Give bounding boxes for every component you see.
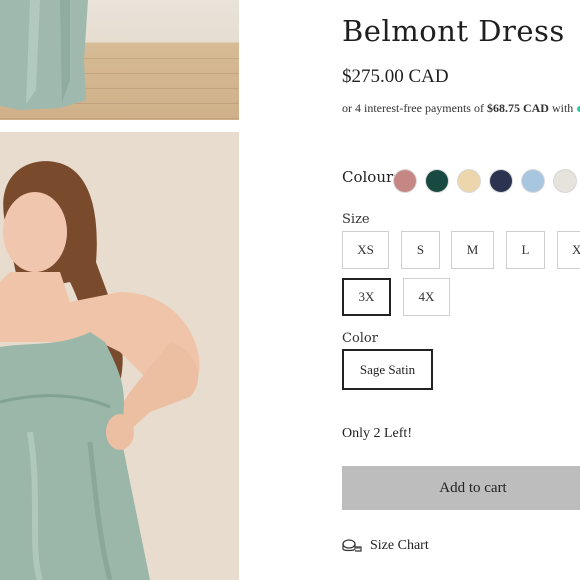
size-option-x[interactable]: X [557,231,580,269]
color-label: Color [342,331,378,346]
installments-suffix: with [548,101,574,115]
colour-swatch-light-blue[interactable] [522,170,544,192]
size-option-4x[interactable]: 4X [403,278,450,316]
colour-swatch-navy[interactable] [490,170,512,192]
colour-swatch-ivory[interactable] [554,170,576,192]
product-price: $275.00 CAD [342,66,449,87]
size-option-l[interactable]: L [506,231,545,269]
size-option-s[interactable]: S [401,231,440,269]
product-title: Belmont Dress [342,14,565,48]
colour-swatch-dusty-rose[interactable] [394,170,416,192]
model-photo [0,132,239,580]
installments-text: or 4 interest-free payments of $68.75 CA… [342,101,580,116]
color-option-sage-satin[interactable]: Sage Satin [342,349,433,390]
installments-amount: $68.75 CAD [486,101,549,115]
installments-prefix: or 4 interest-free payments of [342,101,487,115]
add-to-cart-button[interactable]: Add to cart [342,466,580,510]
size-option-3x[interactable]: 3X [342,278,391,316]
size-label: Size [342,212,370,227]
colours-label: Colours [342,168,401,186]
size-chart-label: Size Chart [370,538,429,553]
product-image-main[interactable] [0,132,239,580]
measuring-tape-icon [342,539,362,552]
product-image-thumbnail[interactable] [0,0,239,120]
size-option-xs[interactable]: XS [342,231,389,269]
stock-status: Only 2 Left! [342,426,412,441]
dress-hem-image [0,0,88,110]
colour-swatch-champagne[interactable] [458,170,480,192]
size-chart-link[interactable]: Size Chart [342,538,429,554]
colour-swatches [394,170,576,192]
colour-swatch-emerald[interactable] [426,170,448,192]
size-option-m[interactable]: M [451,231,494,269]
